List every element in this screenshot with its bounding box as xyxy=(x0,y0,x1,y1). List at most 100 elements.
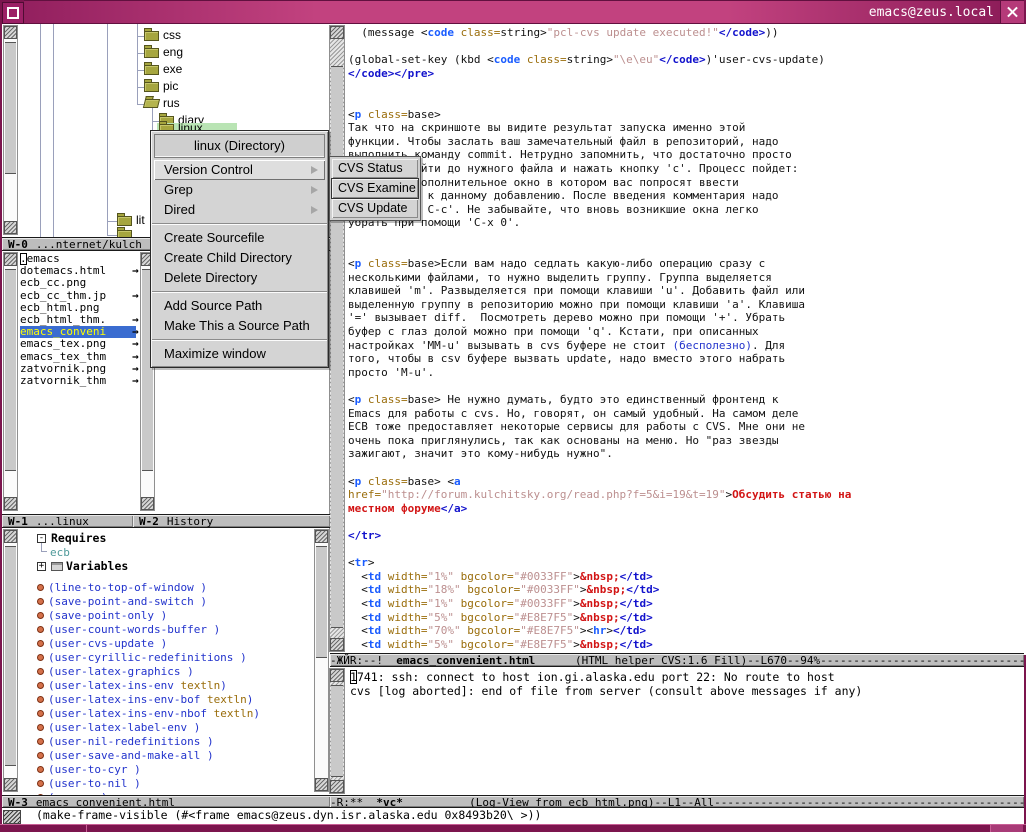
menu-item-grep[interactable]: Grep xyxy=(154,180,325,200)
menu-item-create-sourcefile[interactable]: Create Sourcefile xyxy=(154,228,325,248)
menu-item-add-source-path[interactable]: Add Source Path xyxy=(154,296,325,316)
folder-icon[interactable] xyxy=(117,216,132,226)
scroll-down-arrow-icon[interactable] xyxy=(4,221,17,234)
scrollbar-thumb[interactable] xyxy=(5,42,16,174)
method-item[interactable]: (save-point-only ) xyxy=(48,609,167,622)
method-item[interactable]: (user-latex-graphics ) xyxy=(48,665,194,678)
folder-icon[interactable] xyxy=(144,48,159,58)
collapse-box-icon[interactable]: - xyxy=(37,534,46,543)
directory-item[interactable]: rus xyxy=(163,97,180,110)
iconify-button[interactable] xyxy=(2,2,24,24)
scrollbar-vertical[interactable] xyxy=(329,25,345,652)
w3-header[interactable]: W-3emacs_convenient.html xyxy=(2,795,330,808)
folder-icon[interactable] xyxy=(144,31,159,41)
source-file-item[interactable]: emacs_tex.png xyxy=(20,338,136,350)
main-modeline[interactable]: -ЖЙR:--! emacs_convenient.html (HTML hel… xyxy=(330,653,1024,667)
scrollbar-thumb[interactable] xyxy=(331,685,343,777)
main-buffer[interactable]: (message <code class=string>"pcl-cvs upd… xyxy=(346,24,1026,655)
scrollbar-vertical[interactable] xyxy=(314,529,329,792)
scrollbar-vertical[interactable] xyxy=(3,252,18,511)
directory-item[interactable]: lit xyxy=(136,214,145,227)
w2-history-header[interactable]: W-2History xyxy=(133,514,330,528)
scroll-up-arrow-icon[interactable] xyxy=(330,669,344,682)
scroll-up-arrow-icon[interactable] xyxy=(4,253,17,266)
vc-modeline[interactable]: -R:** *vc* (Log-View from ecb_html.png)-… xyxy=(330,795,1024,808)
source-file-item[interactable]: ecb_cc.png xyxy=(20,277,136,289)
scrollbar-thumb[interactable] xyxy=(5,546,16,766)
directory-item[interactable]: css xyxy=(163,29,181,42)
scroll-down-arrow-icon[interactable] xyxy=(4,497,17,510)
menu-item-create-child-directory[interactable]: Create Child Directory xyxy=(154,248,325,268)
directory-item[interactable]: eng xyxy=(163,46,183,59)
w3-buffer-name: emacs_convenient.html xyxy=(36,796,175,808)
source-file-item[interactable]: emacs_tex_thm xyxy=(20,351,136,363)
scroll-up-arrow-icon[interactable] xyxy=(4,26,17,39)
expand-box-icon[interactable]: + xyxy=(37,562,46,571)
submenu-item-cvs-update[interactable]: CVS Update xyxy=(332,199,418,218)
scroll-down-arrow-icon[interactable] xyxy=(330,780,344,793)
method-item[interactable]: (line-to-top-of-window ) xyxy=(48,581,207,594)
wm-resize-handle[interactable] xyxy=(991,825,1023,832)
close-button[interactable] xyxy=(1000,0,1024,24)
methods-child-item[interactable]: ecb xyxy=(50,546,70,559)
directory-item[interactable]: exe xyxy=(163,63,182,76)
buffer-line xyxy=(348,461,1026,475)
scrollbar-vertical[interactable] xyxy=(3,529,18,792)
source-file-item[interactable]: ecb_html_thm. xyxy=(20,314,136,326)
buffer-line: <td width="5%" bgcolor="#E8E7F5">&nbsp;<… xyxy=(348,638,1026,652)
scroll-down-arrow-icon[interactable] xyxy=(4,778,17,791)
open-folder-icon[interactable] xyxy=(143,99,160,108)
method-item[interactable]: (user-latex-ins-env-bof textln) xyxy=(48,693,253,706)
buffer-line: (global-set-key (kbd <code class=string>… xyxy=(348,53,1026,67)
scrollbar-thumb[interactable] xyxy=(5,269,16,471)
buffer-line: курсором дойти до нужного файла и нажать… xyxy=(348,162,1026,176)
method-item[interactable]: (user-latex-ins-env-nbof textln) xyxy=(48,707,260,720)
scroll-down-arrow-icon[interactable] xyxy=(315,778,328,791)
menu-item-delete-directory[interactable]: Delete Directory xyxy=(154,268,325,288)
source-file-item[interactable]: zatvornik_thm xyxy=(20,375,136,387)
submenu-item-cvs-status[interactable]: CVS Status xyxy=(332,159,418,178)
scrollbar-vertical[interactable] xyxy=(329,668,345,794)
folder-icon[interactable] xyxy=(144,65,159,75)
menu-separator xyxy=(152,223,327,225)
scroll-up-arrow-icon[interactable] xyxy=(4,530,17,543)
submenu-item-cvs-examine[interactable]: CVS Examine xyxy=(332,179,418,198)
source-file-item[interactable]: zatvornik.png xyxy=(20,363,136,375)
scrollbar-thumb[interactable] xyxy=(316,546,327,658)
w1-header[interactable]: W-1...linux xyxy=(2,514,133,528)
titlebar-drag-area[interactable]: emacs@zeus.local xyxy=(24,0,1000,24)
source-file-item[interactable]: emacs_conveni xyxy=(20,326,136,338)
buffer-line: <tr> xyxy=(348,556,1026,570)
folder-icon[interactable] xyxy=(144,82,159,92)
method-item[interactable]: (save-point-and-switch ) xyxy=(48,595,207,608)
scrollbar-vertical[interactable] xyxy=(3,25,18,235)
methods-section[interactable]: Variables xyxy=(66,560,128,573)
menu-item-make-this-a-source-path[interactable]: Make This a Source Path xyxy=(154,316,325,336)
method-item[interactable]: (user-cvs-update ) xyxy=(48,637,167,650)
menu-item-maximize-window[interactable]: Maximize window xyxy=(154,344,325,364)
source-file-item[interactable]: .emacs xyxy=(20,253,136,265)
method-item[interactable]: (user-count-words-buffer ) xyxy=(48,623,220,636)
source-file-item[interactable]: dotemacs.html xyxy=(20,265,136,277)
menu-item-version-control[interactable]: Version Control xyxy=(154,160,325,180)
method-item[interactable]: (user-to-nil ) xyxy=(48,777,141,790)
method-item[interactable]: (user-to-cyr ) xyxy=(48,763,141,776)
scroll-up-arrow-icon[interactable] xyxy=(315,530,328,543)
methods-section[interactable]: Requires xyxy=(51,532,106,545)
wm-resize-bar[interactable] xyxy=(0,824,1026,832)
source-file-item[interactable]: ecb_cc_thm.jp xyxy=(20,290,136,302)
window-titlebar: emacs@zeus.local xyxy=(0,0,1026,24)
method-item[interactable]: (user-latex-label-env ) xyxy=(48,721,200,734)
scroll-up-arrow-icon[interactable] xyxy=(330,26,344,39)
scrollbar-thumb[interactable] xyxy=(331,66,343,628)
method-item[interactable]: (user-cyrillic-redefinitions ) xyxy=(48,651,247,664)
method-item[interactable]: (user-latex-ins-env textln) xyxy=(48,679,227,692)
menu-item-dired[interactable]: Dired xyxy=(154,200,325,220)
buffer-line: функции. Чтобы заслать ваш замечательный… xyxy=(348,135,1026,149)
method-item[interactable]: (user-save-and-make-all ) xyxy=(48,749,214,762)
source-file-item[interactable]: ecb_html.png xyxy=(20,302,136,314)
scroll-down-arrow-icon[interactable] xyxy=(330,638,344,651)
method-item[interactable]: (user-nil-redefinitions ) xyxy=(48,735,214,748)
scroll-down-arrow-icon[interactable] xyxy=(141,497,154,510)
directory-item[interactable]: pic xyxy=(163,80,178,93)
